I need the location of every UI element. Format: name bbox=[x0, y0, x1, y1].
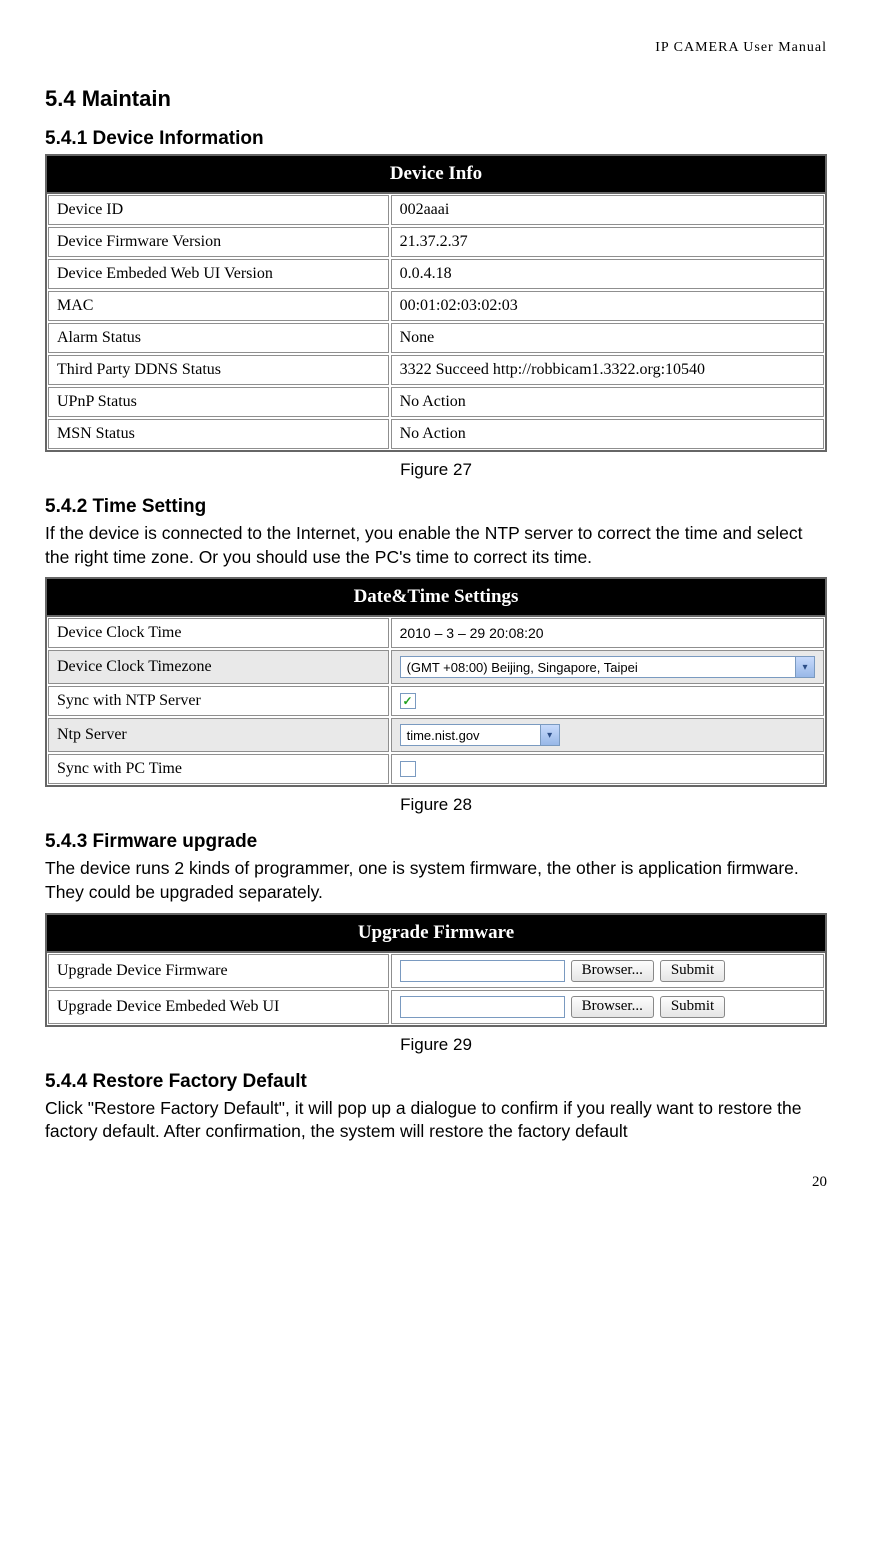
heading-5-4-3: 5.4.3 Firmware upgrade bbox=[45, 831, 827, 853]
table-row: UPnP Status No Action bbox=[47, 386, 825, 418]
fw-version-value: 21.37.2.37 bbox=[391, 227, 824, 257]
table-row: Alarm Status None bbox=[47, 322, 825, 354]
mac-label: MAC bbox=[48, 291, 389, 321]
msn-status-label: MSN Status bbox=[48, 419, 389, 449]
timezone-label: Device Clock Timezone bbox=[48, 650, 389, 684]
table-row: Device Clock Timezone (GMT +08:00) Beiji… bbox=[47, 649, 825, 685]
upgrade-fw-submit-button[interactable]: Submit bbox=[660, 960, 725, 982]
mac-value: 00:01:02:03:02:03 bbox=[391, 291, 824, 321]
upgrade-fw-browse-button[interactable]: Browser... bbox=[571, 960, 654, 982]
upgrade-webui-submit-button[interactable]: Submit bbox=[660, 996, 725, 1018]
pc-sync-checkbox[interactable] bbox=[400, 761, 416, 777]
upnp-status-label: UPnP Status bbox=[48, 387, 389, 417]
table-row: Device ID 002aaai bbox=[47, 194, 825, 226]
pc-sync-label: Sync with PC Time bbox=[48, 754, 389, 784]
device-info-title: Device Info bbox=[47, 156, 825, 194]
ntp-sync-checkbox[interactable]: ✓ bbox=[400, 693, 416, 709]
table-row: Device Firmware Version 21.37.2.37 bbox=[47, 226, 825, 258]
upgrade-webui-file-input[interactable] bbox=[400, 996, 565, 1018]
timezone-cell: (GMT +08:00) Beijing, Singapore, Taipei … bbox=[391, 650, 824, 684]
page-number: 20 bbox=[45, 1174, 827, 1191]
figure-28-caption: Figure 28 bbox=[45, 795, 827, 815]
chevron-down-icon: ▾ bbox=[540, 725, 559, 745]
heading-5-4-2: 5.4.2 Time Setting bbox=[45, 496, 827, 518]
device-id-label: Device ID bbox=[48, 195, 389, 225]
fw-version-label: Device Firmware Version bbox=[48, 227, 389, 257]
alarm-status-value: None bbox=[391, 323, 824, 353]
figure-27-caption: Figure 27 bbox=[45, 460, 827, 480]
clock-time-label: Device Clock Time bbox=[48, 618, 389, 648]
table-row: Upgrade Device Embeded Web UI Browser...… bbox=[47, 989, 825, 1025]
heading-5-4-4: 5.4.4 Restore Factory Default bbox=[45, 1071, 827, 1093]
table-row: Sync with PC Time bbox=[47, 753, 825, 785]
ddns-status-label: Third Party DDNS Status bbox=[48, 355, 389, 385]
webui-version-label: Device Embeded Web UI Version bbox=[48, 259, 389, 289]
upgrade-webui-cell: Browser... Submit bbox=[391, 990, 824, 1024]
heading-5-4: 5.4 Maintain bbox=[45, 86, 827, 112]
table-row: Upgrade Device Firmware Browser... Submi… bbox=[47, 953, 825, 989]
clock-time-value: 2010 – 3 – 29 20:08:20 bbox=[391, 618, 824, 648]
webui-version-value: 0.0.4.18 bbox=[391, 259, 824, 289]
ntp-sync-label: Sync with NTP Server bbox=[48, 686, 389, 716]
table-row: Device Clock Time 2010 – 3 – 29 20:08:20 bbox=[47, 617, 825, 649]
device-info-panel: Device Info Device ID 002aaai Device Fir… bbox=[45, 154, 827, 452]
upgrade-fw-label: Upgrade Device Firmware bbox=[48, 954, 389, 988]
datetime-panel: Date&Time Settings Device Clock Time 201… bbox=[45, 577, 827, 787]
upgrade-fw-cell: Browser... Submit bbox=[391, 954, 824, 988]
figure-29-caption: Figure 29 bbox=[45, 1035, 827, 1055]
upgrade-panel: Upgrade Firmware Upgrade Device Firmware… bbox=[45, 913, 827, 1027]
timezone-select-value: (GMT +08:00) Beijing, Singapore, Taipei bbox=[407, 660, 638, 675]
table-row: MSN Status No Action bbox=[47, 418, 825, 450]
time-setting-paragraph: If the device is connected to the Intern… bbox=[45, 522, 827, 569]
upnp-status-value: No Action bbox=[391, 387, 824, 417]
table-row: Third Party DDNS Status 3322 Succeed htt… bbox=[47, 354, 825, 386]
ntp-server-cell: time.nist.gov ▾ bbox=[391, 718, 824, 752]
ntp-server-value: time.nist.gov bbox=[407, 728, 480, 743]
table-row: Device Embeded Web UI Version 0.0.4.18 bbox=[47, 258, 825, 290]
msn-status-value: No Action bbox=[391, 419, 824, 449]
alarm-status-label: Alarm Status bbox=[48, 323, 389, 353]
chevron-down-icon: ▾ bbox=[795, 657, 814, 677]
ntp-server-select[interactable]: time.nist.gov ▾ bbox=[400, 724, 560, 746]
table-row: Ntp Server time.nist.gov ▾ bbox=[47, 717, 825, 753]
upgrade-fw-file-input[interactable] bbox=[400, 960, 565, 982]
upgrade-webui-browse-button[interactable]: Browser... bbox=[571, 996, 654, 1018]
pc-sync-cell bbox=[391, 754, 824, 784]
upgrade-title: Upgrade Firmware bbox=[47, 915, 825, 953]
table-row: MAC 00:01:02:03:02:03 bbox=[47, 290, 825, 322]
timezone-select[interactable]: (GMT +08:00) Beijing, Singapore, Taipei … bbox=[400, 656, 815, 678]
ddns-status-value: 3322 Succeed http://robbicam1.3322.org:1… bbox=[391, 355, 824, 385]
table-row: Sync with NTP Server ✓ bbox=[47, 685, 825, 717]
running-header: IP CAMERA User Manual bbox=[45, 40, 827, 56]
restore-paragraph: Click "Restore Factory Default", it will… bbox=[45, 1097, 827, 1144]
datetime-title: Date&Time Settings bbox=[47, 579, 825, 617]
heading-5-4-1: 5.4.1 Device Information bbox=[45, 128, 827, 150]
firmware-upgrade-paragraph: The device runs 2 kinds of programmer, o… bbox=[45, 857, 827, 904]
ntp-server-label: Ntp Server bbox=[48, 718, 389, 752]
ntp-sync-cell: ✓ bbox=[391, 686, 824, 716]
device-id-value: 002aaai bbox=[391, 195, 824, 225]
upgrade-webui-label: Upgrade Device Embeded Web UI bbox=[48, 990, 389, 1024]
